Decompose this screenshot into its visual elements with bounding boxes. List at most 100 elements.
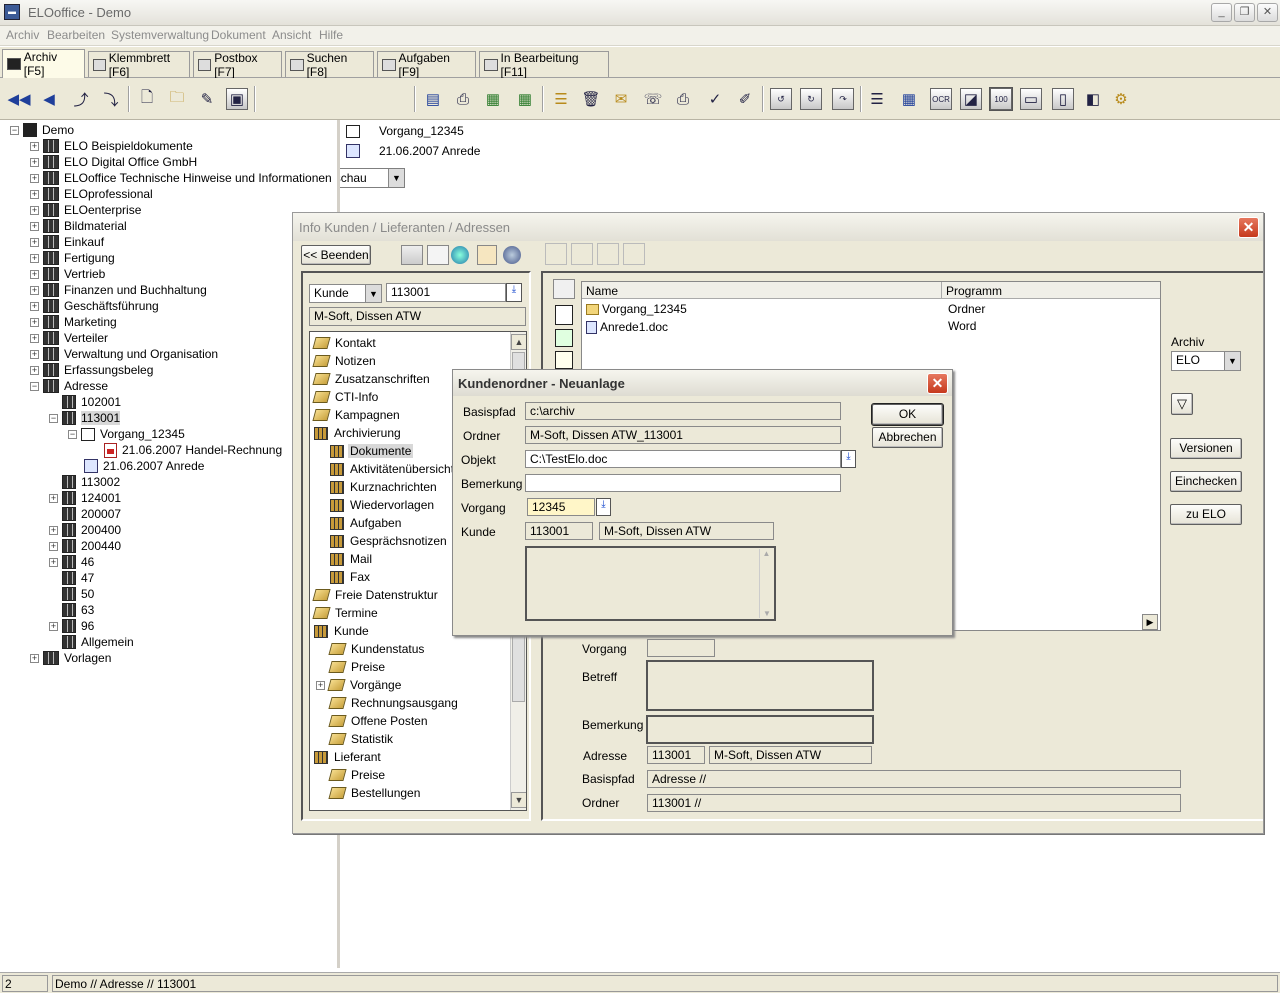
category-item[interactable]: + Vorgänge (316, 676, 403, 694)
expand-icon[interactable]: + (30, 317, 39, 327)
expand-icon[interactable]: + (30, 365, 39, 375)
scroll-up-icon[interactable]: ▲ (511, 334, 526, 350)
scroll-down-icon[interactable]: ▼ (760, 609, 774, 618)
rotate-right-icon[interactable]: ↷ (832, 88, 854, 110)
tree-item[interactable]: + ELOenterprise (30, 202, 141, 218)
category-item[interactable]: Fax (330, 568, 372, 586)
category-item[interactable]: Preise (328, 658, 387, 676)
table-row[interactable]: Anrede1.doc (586, 319, 668, 335)
expand-icon[interactable]: + (30, 205, 39, 215)
menu-ansicht[interactable]: Ansicht (272, 28, 311, 42)
expand-icon[interactable]: + (30, 221, 39, 231)
expand-icon[interactable]: + (30, 237, 39, 247)
category-item[interactable]: Kunde (314, 622, 371, 640)
category-item[interactable]: Freie Datenstruktur (312, 586, 440, 604)
filter-icon[interactable]: ▽ (1171, 393, 1193, 415)
tab-in-bearbeitung[interactable]: In Bearbeitung [F11] (479, 51, 609, 79)
new-document-icon[interactable]: 🗋 (136, 88, 158, 110)
category-item[interactable]: Aufgaben (330, 514, 403, 532)
expand-icon[interactable]: + (30, 173, 39, 183)
book-tool-icon[interactable] (401, 245, 423, 265)
tree-item[interactable]: 21.06.2007 Handel-Rechnung (104, 442, 282, 458)
category-item[interactable]: Kurznachrichten (330, 478, 439, 496)
file-browse-icon[interactable]: ⤓ (841, 450, 856, 468)
menu-bearbeiten[interactable]: Bearbeiten (47, 28, 105, 42)
tab-archiv[interactable]: Archiv [F5] (2, 49, 85, 78)
tab-klemmbrett[interactable]: Klemmbrett [F6] (88, 51, 190, 79)
scroll-up-icon[interactable]: ▲ (760, 549, 773, 558)
grid-view-icon[interactable]: ▦ (898, 88, 920, 110)
expand-icon[interactable]: + (30, 285, 39, 295)
tab-suchen[interactable]: Suchen [F8] (285, 51, 374, 79)
tree-item[interactable]: +46 (49, 554, 94, 570)
notes-scrollbar[interactable]: ▲ ▼ (759, 549, 773, 618)
tree-item[interactable]: + ELO Digital Office GmbH (30, 154, 197, 170)
zu-elo-button[interactable]: zu ELO (1170, 504, 1242, 525)
refresh-icon[interactable] (555, 351, 573, 369)
expand-icon[interactable]: + (30, 301, 39, 311)
scanner-icon[interactable]: ▤ (422, 88, 444, 110)
tree-item[interactable]: + ELO Beispieldokumente (30, 138, 193, 154)
ok-button[interactable]: OK (871, 403, 944, 426)
printer-icon[interactable]: ⎙ (452, 88, 474, 110)
category-item[interactable]: Archivierung (314, 424, 403, 442)
tree-item[interactable]: + Finanzen und Buchhaltung (30, 282, 207, 298)
globe-icon[interactable] (451, 246, 469, 264)
tree-item[interactable]: Allgemein (49, 634, 134, 650)
add-document-icon[interactable] (555, 329, 573, 347)
category-item[interactable]: Dokumente (330, 442, 414, 460)
collapse-icon[interactable]: − (68, 429, 77, 439)
expand-icon[interactable]: + (316, 680, 325, 690)
tree-item[interactable]: 21.06.2007 Anrede (84, 458, 204, 474)
category-item[interactable]: Offene Posten (328, 712, 430, 730)
tree-item[interactable]: + Einkauf (30, 234, 104, 250)
maximize-button[interactable]: ❐ (1234, 3, 1255, 22)
tree-item[interactable]: + Geschäftsführung (30, 298, 159, 314)
lookup-icon[interactable]: ⤓ (506, 283, 522, 302)
category-item[interactable]: Wiedervorlagen (330, 496, 436, 514)
tree-item[interactable]: + Vorlagen (30, 650, 111, 666)
expand-icon[interactable]: + (30, 653, 39, 663)
tree-item[interactable]: 102001 (49, 394, 121, 410)
menu-hilfe[interactable]: Hilfe (319, 28, 343, 42)
calendar-icon[interactable] (477, 245, 497, 265)
list-view-icon[interactable]: ☰ (866, 88, 888, 110)
new-folder-icon[interactable]: 🗀 (166, 88, 188, 110)
tree-item[interactable]: 63 (49, 602, 94, 618)
menu-archiv[interactable]: Archiv (6, 28, 39, 42)
tree-item[interactable]: +200400 (49, 522, 121, 538)
kunde-type-select[interactable]: Kunde ▼ (309, 284, 382, 303)
beenden-button[interactable]: << Beenden (301, 245, 371, 265)
kunde-nr-input[interactable]: 113001 (386, 283, 506, 302)
tree-item[interactable]: 47 (49, 570, 94, 586)
vorgang-input[interactable]: 12345 (527, 498, 595, 516)
sign-icon[interactable]: ✓ (704, 88, 726, 110)
list-item[interactable]: 21.06.2007 Anrede (346, 143, 480, 159)
tree-item[interactable]: + Marketing (30, 314, 117, 330)
zoom-100-icon[interactable]: 100 (989, 87, 1013, 111)
web-icon[interactable] (503, 246, 521, 264)
einchecken-button[interactable]: Einchecken (1170, 471, 1242, 492)
expand-icon[interactable]: + (49, 525, 58, 535)
category-item[interactable]: Gesprächsnotizen (330, 532, 449, 550)
column-header-program[interactable]: Programm (942, 282, 1160, 299)
vorgang-lookup-icon[interactable]: ⤓ (596, 498, 611, 516)
category-item[interactable]: Preise (328, 766, 387, 784)
tab-postbox[interactable]: Postbox [F7] (193, 51, 282, 79)
expand-icon[interactable]: + (49, 557, 58, 567)
expand-icon[interactable]: + (49, 541, 58, 551)
category-item[interactable]: Mail (330, 550, 374, 568)
tree-item[interactable]: +124001 (49, 490, 121, 506)
category-item[interactable]: Zusatzanschriften (312, 370, 432, 388)
abbrechen-button[interactable]: Abbrechen (872, 427, 943, 448)
expand-icon[interactable]: + (30, 269, 39, 279)
close-window-button[interactable]: ✕ (1257, 3, 1278, 22)
trash-icon[interactable]: 🗑 (580, 88, 602, 110)
tree-item[interactable]: 200007 (49, 506, 121, 522)
fit-page-icon[interactable]: ▯ (1052, 88, 1074, 110)
archiv-select[interactable]: ELO ▼ (1171, 351, 1241, 371)
category-item[interactable]: Kundenstatus (328, 640, 426, 658)
table-row[interactable]: Vorgang_12345 (586, 301, 687, 317)
category-item[interactable]: Statistik (328, 730, 395, 748)
scroll-down-icon[interactable]: ▼ (511, 792, 526, 808)
